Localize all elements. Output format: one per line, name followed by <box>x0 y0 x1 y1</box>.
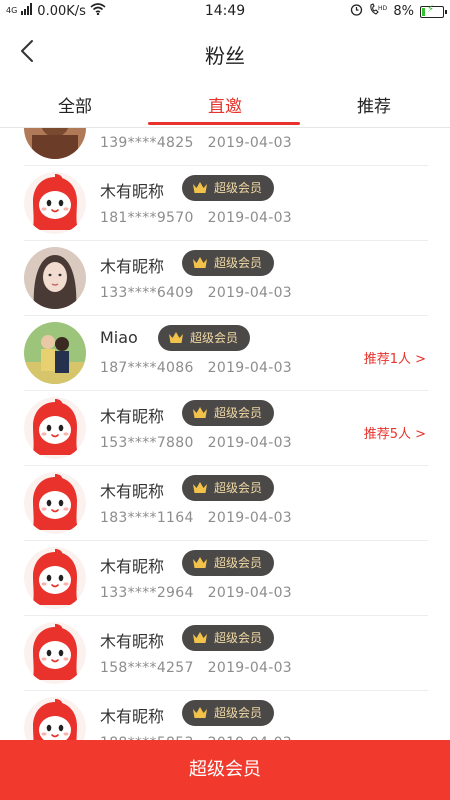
tab-recommend[interactable]: 推荐 <box>324 92 424 117</box>
fan-phone: 133****2964 <box>100 585 194 601</box>
active-tab-indicator <box>148 122 300 125</box>
fan-join-date: 2019-04-03 <box>207 360 293 376</box>
fans-list[interactable]: 139****4825 2019-04-03 木有昵称 超级会员 181****9570… <box>0 128 450 740</box>
tab-direct-invite[interactable]: 直邀 <box>175 92 275 117</box>
fan-phone: 187****4086 <box>100 360 194 376</box>
status-bar: 4G 0.00K/s 14:49 HD 8% ⚡ <box>0 0 450 24</box>
avatar <box>24 397 86 459</box>
page-title: 粉丝 <box>205 44 245 68</box>
crown-icon <box>193 707 207 718</box>
fan-join-date: 2019-04-03 <box>207 660 293 676</box>
battery-charging-icon: ⚡ <box>420 4 447 18</box>
battery-percent: 8% <box>393 4 414 19</box>
badge-label: 超级会员 <box>214 256 263 270</box>
badge-label: 超级会员 <box>214 556 263 570</box>
recommend-count-link[interactable]: 推荐1人 > <box>364 348 426 367</box>
super-member-badge: 超级会员 <box>182 400 275 426</box>
crown-icon <box>193 182 207 193</box>
super-member-badge: 超级会员 <box>182 475 275 501</box>
chevron-left-icon <box>21 40 33 62</box>
fan-phone: 139****4825 <box>100 135 194 151</box>
fan-phone: 183****1164 <box>100 510 194 526</box>
fan-row[interactable]: 木有昵称 超级会员 133****2964 2019-04-03 <box>0 541 450 616</box>
fan-row[interactable]: Miao 超级会员 187****4086 2019-04-03 推荐1人 > <box>0 316 450 391</box>
fan-phone: 158****4257 <box>100 660 194 676</box>
fan-nickname: 木有昵称 <box>100 632 165 651</box>
back-button[interactable] <box>14 36 44 66</box>
fan-meta: 153****7880 2019-04-03 <box>100 435 292 451</box>
crown-icon <box>193 557 207 568</box>
fan-row[interactable]: 木有昵称超级会员188****58532019-04-03 <box>0 691 450 740</box>
avatar <box>24 547 86 609</box>
badge-label: 超级会员 <box>214 406 263 420</box>
crown-icon <box>193 632 207 643</box>
fan-meta: 133****2964 2019-04-03 <box>100 585 292 601</box>
badge-label: 超级会员 <box>214 481 263 495</box>
super-member-badge: 超级会员 <box>182 700 275 726</box>
fan-join-date: 2019-04-03 <box>207 285 293 301</box>
super-member-badge: 超级会员 <box>182 250 275 276</box>
fan-nickname: 木有昵称 <box>100 557 165 576</box>
avatar <box>24 697 86 740</box>
super-member-badge: 超级会员 <box>158 325 251 351</box>
fan-phone: 133****6409 <box>100 285 194 301</box>
crown-icon <box>193 407 207 418</box>
badge-label: 超级会员 <box>214 631 263 645</box>
fan-join-date: 2019-04-03 <box>207 585 293 601</box>
fan-row[interactable]: 139****4825 2019-04-03 <box>0 128 450 166</box>
tab-all[interactable]: 全部 <box>25 92 125 117</box>
fan-nickname: 木有昵称 <box>100 182 165 201</box>
avatar <box>24 322 86 384</box>
fan-phone: 153****7880 <box>100 435 194 451</box>
avatar <box>24 472 86 534</box>
recommend-count-link[interactable]: 推荐5人 > <box>364 423 426 442</box>
header: 粉丝 <box>0 24 450 82</box>
tab-bar: 全部 直邀 推荐 <box>0 84 450 128</box>
fan-meta: 183****1164 2019-04-03 <box>100 510 292 526</box>
fan-row[interactable]: 木有昵称 超级会员 181****9570 2019-04-03 <box>0 166 450 241</box>
fan-row[interactable]: 木有昵称 超级会员 153****7880 2019-04-03 推荐5人 > <box>0 391 450 466</box>
badge-label: 超级会员 <box>214 181 263 195</box>
avatar <box>24 172 86 234</box>
fan-meta: 187****4086 2019-04-03 <box>100 360 292 376</box>
fan-meta: 181****9570 2019-04-03 <box>100 210 292 226</box>
fan-nickname: Miao <box>100 328 138 347</box>
super-member-badge: 超级会员 <box>182 625 275 651</box>
crown-icon <box>193 482 207 493</box>
alarm-icon <box>350 3 363 20</box>
fan-meta: 133****6409 2019-04-03 <box>100 285 292 301</box>
avatar <box>24 128 86 159</box>
super-member-badge: 超级会员 <box>182 550 275 576</box>
fan-row[interactable]: 木有昵称 超级会员 133****6409 2019-04-03 <box>0 241 450 316</box>
avatar <box>24 247 86 309</box>
avatar <box>24 622 86 684</box>
badge-label: 超级会员 <box>214 706 263 720</box>
fan-join-date: 2019-04-03 <box>207 210 293 226</box>
crown-icon <box>193 257 207 268</box>
fan-row[interactable]: 木有昵称 超级会员 158****4257 2019-04-03 <box>0 616 450 691</box>
badge-label: 超级会员 <box>190 331 239 345</box>
fan-meta: 139****4825 2019-04-03 <box>100 135 292 151</box>
fan-nickname: 木有昵称 <box>100 707 165 726</box>
status-right: HD 8% ⚡ <box>350 3 447 20</box>
phone-hd-icon: HD <box>369 3 388 20</box>
fan-meta: 158****4257 2019-04-03 <box>100 660 292 676</box>
fan-phone: 181****9570 <box>100 210 194 226</box>
fan-row[interactable]: 木有昵称 超级会员 183****1164 2019-04-03 <box>0 466 450 541</box>
fans-list-inner: 139****4825 2019-04-03 木有昵称 超级会员 181****9570… <box>0 128 450 740</box>
crown-icon <box>169 332 183 343</box>
fan-nickname: 木有昵称 <box>100 482 165 501</box>
fan-join-date: 2019-04-03 <box>207 510 293 526</box>
fan-nickname: 木有昵称 <box>100 257 165 276</box>
super-member-button[interactable]: 超级会员 <box>0 740 450 800</box>
fan-join-date: 2019-04-03 <box>207 435 293 451</box>
super-member-badge: 超级会员 <box>182 175 275 201</box>
fan-nickname: 木有昵称 <box>100 407 165 426</box>
fan-join-date: 2019-04-03 <box>207 135 293 151</box>
svg-text:HD: HD <box>378 5 387 12</box>
